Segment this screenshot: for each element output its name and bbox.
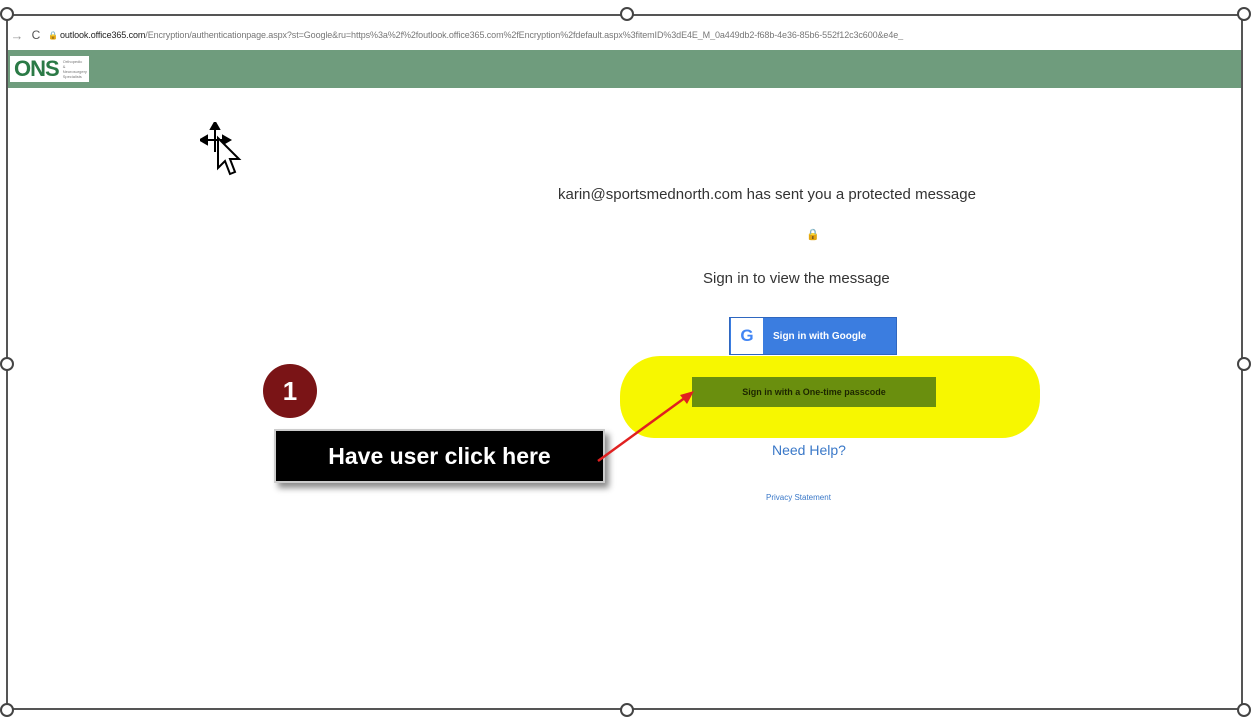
resize-handle-bottom-left[interactable] <box>0 703 14 717</box>
need-help-link[interactable]: Need Help? <box>772 442 846 458</box>
browser-address-bar[interactable]: → C 🔒 outlook.office365.com/Encryption/a… <box>8 22 1241 48</box>
signin-prompt: Sign in to view the message <box>703 270 890 287</box>
lock-icon: 🔒 <box>48 30 58 40</box>
resize-handle-top-left[interactable] <box>0 7 14 21</box>
brand-header: ONS Orthopedic & Neurosurgery Specialist… <box>8 50 1241 88</box>
google-icon: G <box>731 318 763 354</box>
google-button-label: Sign in with Google <box>773 330 867 342</box>
resize-handle-bottom-right[interactable] <box>1237 703 1251 717</box>
callout-box: Have user click here <box>274 429 605 483</box>
one-time-passcode-button[interactable]: Sign in with a One-time passcode <box>692 377 936 407</box>
sender-line: karin@sportsmednorth.com has sent you a … <box>558 186 976 203</box>
image-selection-frame[interactable] <box>6 14 1243 710</box>
step-number-badge: 1 <box>263 364 317 418</box>
url-text[interactable]: outlook.office365.com/Encryption/authent… <box>60 30 1241 40</box>
logo-text: ONS <box>14 56 60 81</box>
resize-handle-top-right[interactable] <box>1237 7 1251 21</box>
forward-arrow-icon[interactable]: → <box>8 28 26 43</box>
ons-logo: ONS Orthopedic & Neurosurgery Specialist… <box>10 56 89 82</box>
google-signin-button[interactable]: G Sign in with Google <box>729 317 897 355</box>
logo-subtext: Orthopedic & Neurosurgery Specialists <box>62 59 87 79</box>
resize-handle-mid-right[interactable] <box>1237 357 1251 371</box>
move-cursor-icon <box>200 122 242 176</box>
resize-handle-bottom-center[interactable] <box>620 703 634 717</box>
resize-handle-top-center[interactable] <box>620 7 634 21</box>
resize-handle-mid-left[interactable] <box>0 357 14 371</box>
privacy-statement-link[interactable]: Privacy Statement <box>766 493 831 502</box>
lock-icon: 🔒 <box>806 229 820 241</box>
reload-icon[interactable]: C <box>26 28 46 42</box>
